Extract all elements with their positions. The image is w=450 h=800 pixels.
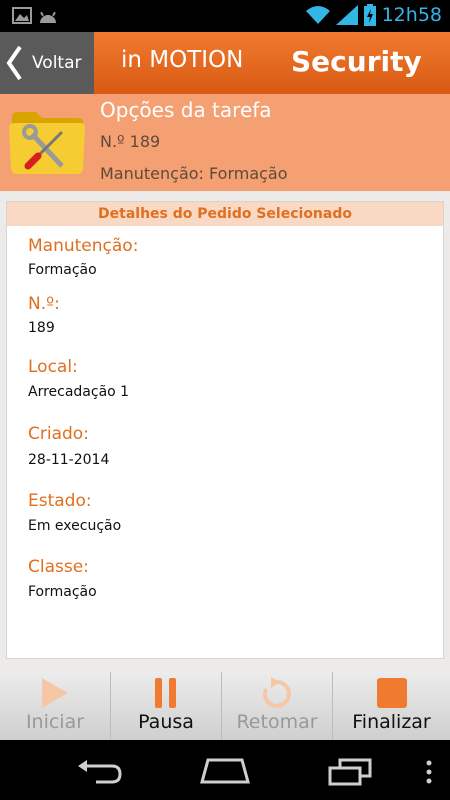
app-brand: in MOTION <box>121 47 244 73</box>
menu-overflow-icon[interactable] <box>424 760 434 784</box>
home-nav-icon[interactable] <box>200 758 250 784</box>
field-value-numero: 189 <box>28 320 55 336</box>
app-bar: Voltar in MOTION Security <box>0 32 450 94</box>
finish-button-label: Finalizar <box>352 711 431 733</box>
task-number: N.º 189 <box>100 132 161 151</box>
tools-folder-icon <box>9 112 85 174</box>
field-value-manutencao: Formação <box>28 262 97 278</box>
resume-button-label: Retomar <box>236 711 318 733</box>
back-nav-icon[interactable] <box>76 758 122 784</box>
stop-icon <box>376 678 407 708</box>
notification-icons <box>12 7 64 29</box>
start-button-label: Iniciar <box>25 711 85 733</box>
status-bar: 12h58 <box>0 0 450 32</box>
section-title: Security <box>291 45 422 78</box>
task-header: Opções da tarefa N.º 189 Manutenção: For… <box>0 94 450 191</box>
field-value-classe: Formação <box>28 584 97 600</box>
task-maintenance: Manutenção: Formação <box>100 164 288 183</box>
field-label-estado: Estado: <box>28 491 92 511</box>
action-bar: Iniciar Pausa Retomar Finalizar <box>0 672 450 740</box>
start-button[interactable]: Iniciar <box>0 672 111 740</box>
signal-icon <box>335 5 358 25</box>
chevron-left-icon <box>6 45 22 81</box>
task-title: Opções da tarefa <box>100 98 272 122</box>
field-value-local: Arrecadação 1 <box>28 384 130 400</box>
field-label-numero: N.º: <box>28 294 60 314</box>
pause-icon <box>155 678 176 708</box>
battery-charging-icon <box>363 4 376 26</box>
gallery-notification-icon <box>12 7 56 24</box>
content-area: Detalhes do Pedido Selecionado Manutençã… <box>0 191 450 672</box>
back-button[interactable]: Voltar <box>0 32 94 94</box>
recent-apps-nav-icon[interactable] <box>328 758 372 786</box>
field-value-criado: 28-11-2014 <box>28 452 110 468</box>
status-indicators: 12h58 <box>305 4 442 26</box>
pause-button[interactable]: Pausa <box>111 672 222 740</box>
field-value-estado: Em execução <box>28 518 122 534</box>
finish-button[interactable]: Finalizar <box>333 672 450 740</box>
system-nav-bar <box>0 740 450 800</box>
field-label-manutencao: Manutenção: <box>28 236 139 256</box>
back-button-label: Voltar <box>32 53 82 73</box>
play-icon <box>42 678 68 708</box>
resume-button[interactable]: Retomar <box>222 672 333 740</box>
field-label-criado: Criado: <box>28 424 89 444</box>
status-time: 12h58 <box>381 4 442 26</box>
details-header: Detalhes do Pedido Selecionado <box>7 202 443 226</box>
resume-icon <box>262 677 291 708</box>
details-panel: Detalhes do Pedido Selecionado Manutençã… <box>6 201 444 659</box>
field-label-local: Local: <box>28 357 78 377</box>
pause-button-label: Pausa <box>138 711 194 733</box>
field-label-classe: Classe: <box>28 557 89 577</box>
wifi-icon <box>305 6 330 24</box>
